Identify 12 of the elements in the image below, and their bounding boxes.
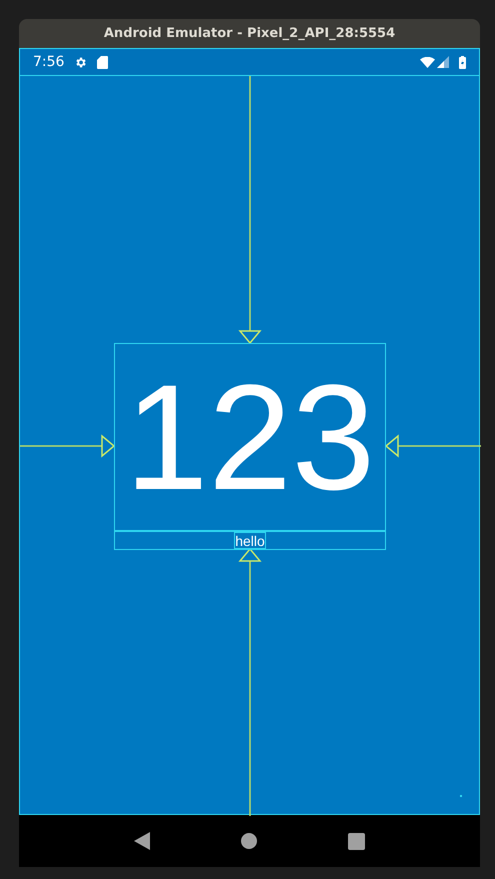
- recents-button[interactable]: [348, 832, 365, 850]
- home-button[interactable]: [240, 833, 257, 849]
- sd-card-icon: [97, 56, 108, 68]
- wifi-icon: [420, 56, 435, 68]
- settings-icon: [74, 56, 88, 68]
- back-button[interactable]: [134, 832, 150, 850]
- caption-text: hello: [234, 532, 266, 549]
- signal-icon: [437, 56, 449, 68]
- number-text: 123: [124, 362, 376, 512]
- status-time: 7:56: [33, 52, 64, 72]
- battery-icon: [459, 56, 466, 68]
- window-title: Android Emulator - Pixel_2_API_28:5554: [104, 24, 396, 43]
